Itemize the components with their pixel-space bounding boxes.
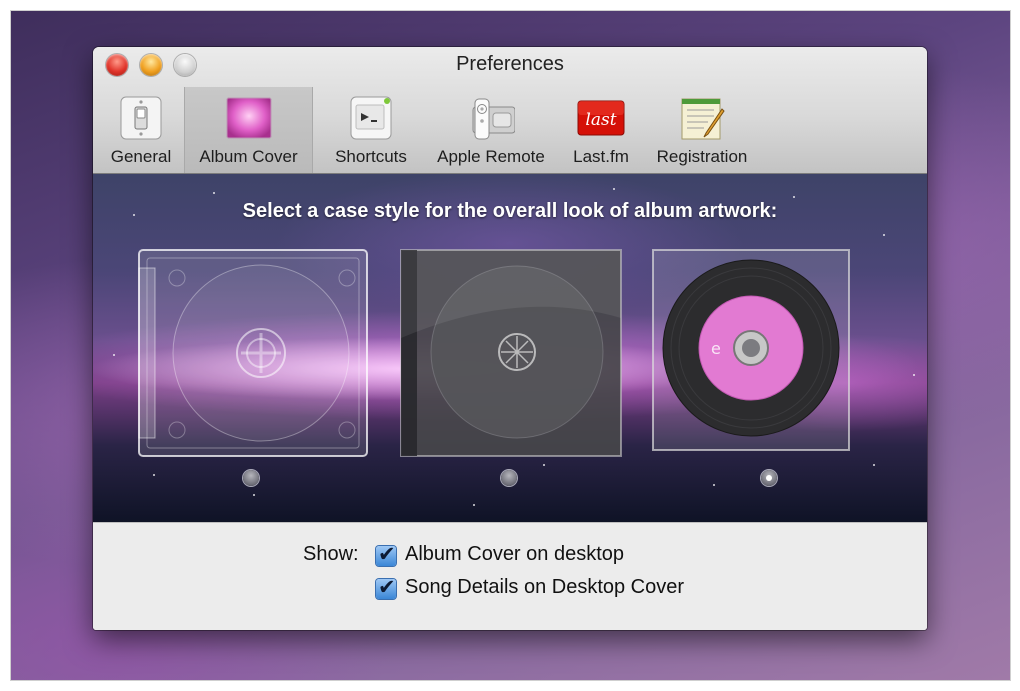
toolbar-item-registration[interactable]: Registration	[647, 87, 757, 173]
toolbar-label: General	[110, 147, 172, 166]
checkbox-checked[interactable]	[376, 542, 396, 567]
svg-text:e: e	[711, 339, 721, 358]
toolbar-item-lastfm[interactable]: last Last.fm	[559, 87, 643, 173]
toolbar-label: Shortcuts	[335, 147, 407, 166]
checkbox-label: Song Details on Desktop Cover	[405, 576, 685, 598]
shortcuts-icon	[347, 95, 395, 141]
toolbar-item-shortcuts[interactable]: Shortcuts	[317, 87, 425, 173]
preferences-toolbar: General Album Cover Shortcuts Apple Remo…	[93, 87, 927, 173]
desktop-background: Preferences General Album Cover Shortcut…	[10, 10, 1011, 681]
title-bar: Preferences General Album Cover Shortcut…	[93, 47, 927, 174]
toolbar-item-general[interactable]: General	[103, 87, 179, 173]
svg-text:last: last	[585, 110, 616, 130]
checkbox-checked[interactable]	[376, 575, 396, 600]
clear-jewel-case-option[interactable]	[137, 248, 369, 463]
clear-case-radio[interactable]	[243, 470, 259, 486]
vinyl-case-radio[interactable]	[761, 470, 777, 486]
case-style-panel: Select a case style for the overall look…	[93, 174, 927, 522]
toolbar-item-album-cover[interactable]: Album Cover	[184, 87, 313, 173]
black-case-radio[interactable]	[501, 470, 517, 486]
light-switch-icon	[117, 95, 165, 141]
show-label: Show:	[303, 543, 359, 565]
album-cover-icon	[225, 95, 273, 141]
window-title: Preferences	[456, 53, 564, 75]
case-style-heading: Select a case style for the overall look…	[242, 200, 778, 222]
show-options: Show: Album Cover on desktop Song Detail…	[93, 522, 927, 630]
apple-remote-icon	[467, 95, 516, 141]
preferences-window: Preferences General Album Cover Shortcut…	[93, 47, 927, 630]
registration-icon	[678, 95, 726, 141]
toolbar-label: Last.fm	[573, 147, 629, 166]
black-jewel-case-option[interactable]	[399, 248, 623, 463]
checkbox-label: Album Cover on desktop	[405, 543, 625, 565]
vinyl-cd-case-option[interactable]: e	[651, 248, 851, 457]
lastfm-icon: last	[577, 95, 625, 141]
toolbar-label: Registration	[656, 147, 748, 166]
toolbar-label: Album Cover	[199, 147, 298, 166]
toolbar-label: Apple Remote	[437, 147, 545, 166]
toolbar-item-apple-remote[interactable]: Apple Remote	[427, 87, 555, 173]
